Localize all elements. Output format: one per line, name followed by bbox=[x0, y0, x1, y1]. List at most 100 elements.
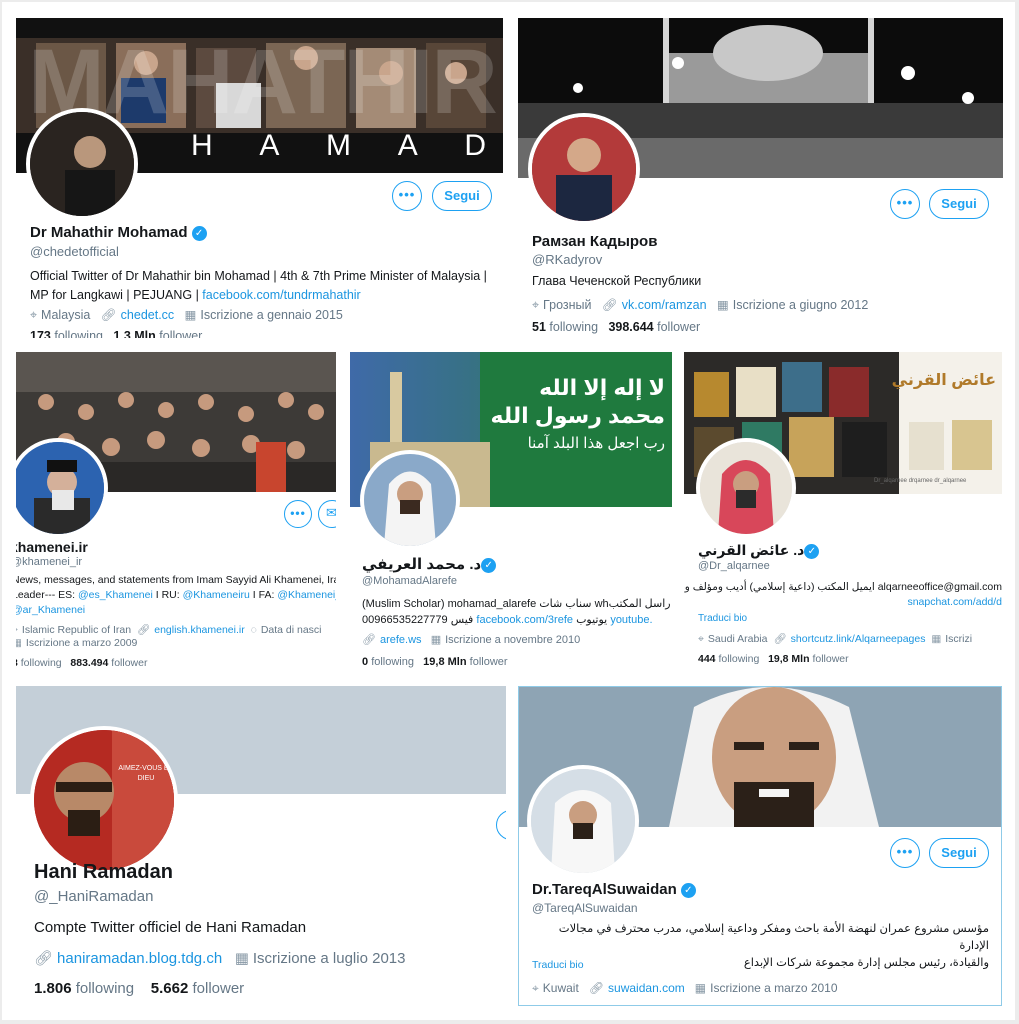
banner-title: عائض القرني bbox=[891, 372, 996, 389]
follower-label[interactable]: follower bbox=[657, 320, 700, 334]
follower-count[interactable]: 883.494 bbox=[70, 657, 108, 669]
follow-button[interactable]: Segui bbox=[432, 181, 492, 211]
website-link[interactable]: arefe.ws bbox=[380, 634, 422, 646]
verified-badge-icon: ✓ bbox=[680, 883, 696, 898]
avatar[interactable] bbox=[696, 438, 796, 538]
profile-meta: ⌖ Malaysia 🔗︎ chedet.cc ▦ Iscrizione a genn… bbox=[30, 307, 343, 323]
follower-label[interactable]: follower bbox=[192, 980, 244, 997]
translate-bio-link[interactable]: Traduci bio bbox=[532, 959, 584, 971]
link-icon: 🔗︎ bbox=[34, 950, 54, 967]
verified-badge-icon: ✓ bbox=[804, 544, 820, 559]
website-link[interactable]: chedet.cc bbox=[121, 308, 175, 322]
bio-link[interactable]: @Khamenei_fa bbox=[277, 589, 336, 601]
display-name: Dr Mahathir Mohamad ✓ bbox=[30, 224, 207, 241]
bio-line: MP for Langkawi | PEJUANG | bbox=[30, 288, 203, 302]
follower-count[interactable]: 19,8 Mln bbox=[768, 653, 809, 665]
joined-date: Iscrizione a novembre 2010 bbox=[445, 634, 581, 646]
website-link[interactable]: vk.com/ramzan bbox=[622, 298, 707, 312]
more-options-button[interactable]: ••• bbox=[392, 181, 422, 211]
calendar-icon: ▦ bbox=[694, 981, 707, 995]
bio: Глава Чеченской Республики bbox=[532, 274, 702, 288]
location-pin-icon: ⌖ bbox=[16, 624, 18, 637]
following-label[interactable]: following bbox=[21, 657, 62, 669]
bio-link[interactable]: @Khameneiru bbox=[183, 589, 250, 601]
avatar[interactable] bbox=[16, 438, 108, 538]
location-text: Грозный bbox=[543, 298, 592, 312]
bio-link[interactable]: youtube. bbox=[610, 614, 652, 626]
follower-count[interactable]: 5.662 bbox=[151, 980, 189, 997]
collage-frame: MAHATHIR H A M A D ••• Segui Dr Mahathir… bbox=[2, 2, 1015, 1020]
bio-link[interactable]: @ar_Khamenei bbox=[16, 603, 336, 618]
more-options-button[interactable]: ••• bbox=[284, 500, 312, 528]
more-options-button[interactable]: ••• bbox=[890, 838, 920, 868]
verified-badge-icon: ✓ bbox=[191, 226, 207, 241]
follower-count[interactable]: 1,3 Mln bbox=[113, 329, 155, 338]
avatar[interactable] bbox=[527, 765, 639, 877]
follow-counts: 3 following 883.494 follower bbox=[16, 657, 147, 669]
translate-bio-link[interactable]: Traduci bio bbox=[698, 613, 747, 624]
following-count[interactable]: 3 bbox=[16, 657, 18, 669]
following-count[interactable]: 444 bbox=[698, 653, 716, 665]
bio: News, messages, and statements from Imam… bbox=[16, 573, 336, 618]
avatar[interactable] bbox=[528, 113, 640, 225]
following-label[interactable]: following bbox=[549, 320, 598, 334]
follower-count[interactable]: 19,8 Mln bbox=[423, 656, 466, 668]
bio-line: Official Twitter of Dr Mahathir bin Moha… bbox=[30, 269, 487, 283]
following-count[interactable]: 51 bbox=[532, 320, 546, 334]
avatar[interactable] bbox=[26, 108, 138, 220]
website-link[interactable]: shortcutz.link/Alqarneepages bbox=[791, 633, 926, 645]
profile-card-kadyrov: ••• Segui Рамзан Кадыров @RKadyrov Глава… bbox=[518, 18, 1003, 340]
profile-card-alarefe: لا إله إلا الله محمد رسول الله رب اجعل ه… bbox=[350, 352, 672, 674]
username: @MohamadAlarefe bbox=[362, 575, 457, 587]
following-label[interactable]: following bbox=[371, 656, 414, 668]
link-icon: 🔗︎ bbox=[136, 624, 151, 636]
more-options-button[interactable] bbox=[496, 810, 506, 840]
bio-link[interactable]: facebook.com/tundrmahathir bbox=[202, 288, 360, 302]
profile-card-suwaidan: ••• Segui Dr.TareqAlSuwaidan ✓ @TareqAlSu… bbox=[518, 686, 1002, 1006]
profile-meta: 🔗︎ haniramadan.blog.tdg.ch ▦ Iscrizione a … bbox=[34, 949, 405, 967]
bio-link[interactable]: snapchat.com/add/d bbox=[684, 595, 1002, 610]
avatar-book-text: AIMEZ-VOUS EN DIEU bbox=[118, 765, 174, 782]
joined-row: ▦ Iscrizione a marzo 2009 bbox=[16, 637, 137, 649]
location-text: Saudi Arabia bbox=[707, 633, 768, 645]
message-button[interactable]: ✉ bbox=[318, 500, 336, 528]
joined-date: Iscrizione a marzo 2010 bbox=[710, 981, 838, 995]
bio: مؤسس مشروع عمران لنهضة الأمة باحث ومفكر … bbox=[527, 921, 989, 972]
bio-link[interactable]: @es_Khamenei bbox=[78, 589, 153, 601]
username: @TareqAlSuwaidan bbox=[532, 901, 638, 915]
follower-label[interactable]: follower bbox=[470, 656, 508, 668]
location-pin-icon: ⌖ bbox=[532, 298, 540, 312]
more-options-button[interactable]: ••• bbox=[890, 189, 920, 219]
follower-label[interactable]: follower bbox=[159, 329, 202, 338]
link-icon: 🔗︎ bbox=[588, 981, 605, 995]
bio-text: يوتيوب bbox=[573, 614, 611, 626]
following-count[interactable]: 1.806 bbox=[34, 980, 72, 997]
avatar[interactable] bbox=[360, 450, 460, 550]
bio-link[interactable]: facebook.com/3refe bbox=[476, 614, 573, 626]
following-count[interactable]: 173 bbox=[30, 329, 51, 338]
follow-button[interactable]: Segui bbox=[929, 189, 989, 219]
following-label[interactable]: following bbox=[76, 980, 134, 997]
banner-shahada: لا إله إلا الله محمد رسول الله bbox=[490, 375, 665, 428]
following-label[interactable]: following bbox=[718, 653, 759, 665]
bio: Official Twitter of Dr Mahathir bin Moha… bbox=[30, 267, 500, 305]
follow-button[interactable]: Segui bbox=[929, 838, 989, 868]
following-count[interactable]: 0 bbox=[362, 656, 368, 668]
website-link[interactable]: haniramadan.blog.tdg.ch bbox=[57, 950, 222, 967]
follower-count[interactable]: 398.644 bbox=[608, 320, 653, 334]
profile-card-mahathir: MAHATHIR H A M A D ••• Segui Dr Mahathir… bbox=[16, 18, 503, 338]
bio-text: Leader--- ES: bbox=[16, 589, 78, 601]
follow-counts: 173 following 1,3 Mln follower bbox=[30, 329, 202, 338]
website-link[interactable]: suwaidan.com bbox=[608, 981, 685, 995]
follower-label[interactable]: follower bbox=[812, 653, 848, 665]
follower-label[interactable]: follower bbox=[111, 657, 147, 669]
location-text: Malaysia bbox=[41, 308, 91, 322]
following-label[interactable]: following bbox=[54, 329, 103, 338]
bio-line: alqarneeoffice@gmail.com ايميل المكتب (د… bbox=[684, 581, 1002, 593]
link-icon: 🔗︎ bbox=[773, 633, 787, 645]
joined-date: Iscrizi bbox=[945, 633, 973, 645]
avatar[interactable]: AIMEZ-VOUS EN DIEU bbox=[30, 726, 178, 874]
website-link[interactable]: english.khamenei.ir bbox=[154, 624, 244, 636]
location-pin-icon: ⌖ bbox=[30, 308, 38, 322]
profile-card-khamenei: ••• ✉ khamenei.ir @khamenei_ir News, mes… bbox=[16, 352, 336, 674]
